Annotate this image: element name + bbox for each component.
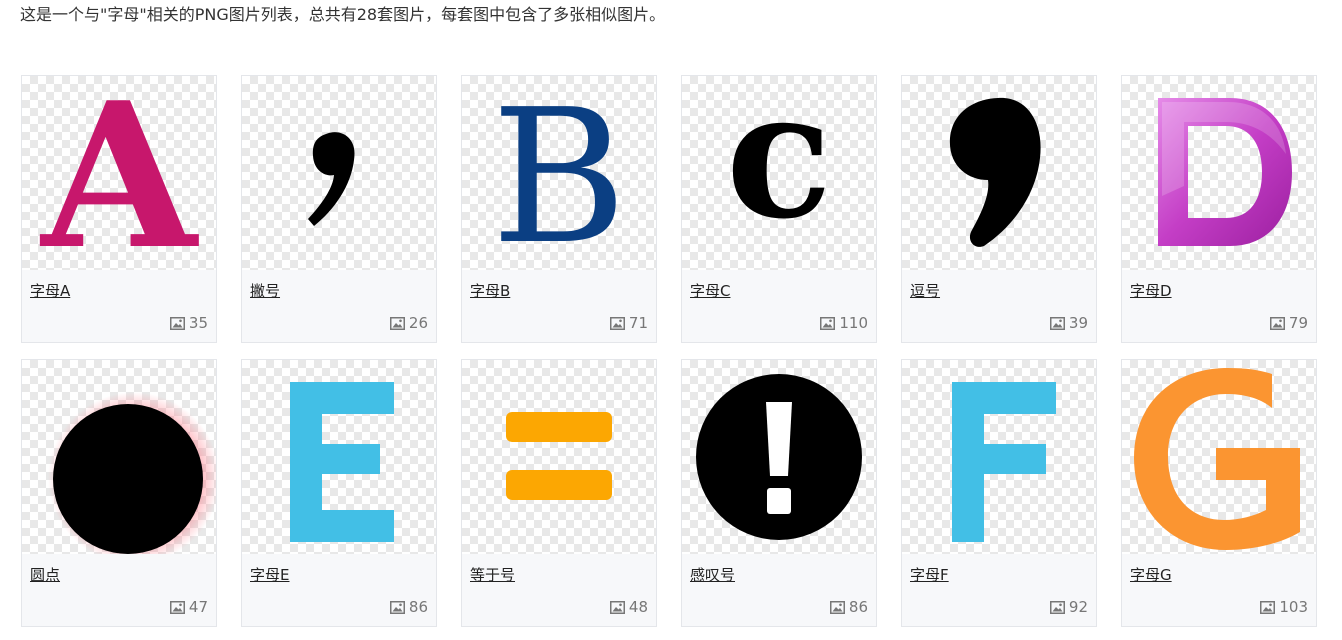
image-count-value: 35 xyxy=(188,314,208,332)
image-count-value: 110 xyxy=(839,314,868,332)
image-set-card-exclamation[interactable]: 感叹号 86 xyxy=(681,359,877,627)
apostrophe-black-icon xyxy=(308,132,355,226)
image-count: 26 xyxy=(389,314,428,332)
image-count: 71 xyxy=(609,314,648,332)
card-title[interactable]: 字母G xyxy=(1130,566,1172,584)
image-count: 79 xyxy=(1269,314,1308,332)
image-count-value: 86 xyxy=(408,598,428,616)
image-count: 47 xyxy=(169,598,208,616)
image-count: 48 xyxy=(609,598,648,616)
letter-d-purple-icon xyxy=(1158,98,1292,246)
page-intro-text: 这是一个与"字母"相关的PNG图片列表，总共有28套图片，每套图中包含了多张相似… xyxy=(20,5,666,24)
image-set-card-apostrophe[interactable]: 撇号 26 xyxy=(241,75,437,343)
image-icon xyxy=(169,316,185,330)
thumbnail[interactable] xyxy=(242,76,436,270)
comma-black-icon xyxy=(949,97,1041,247)
card-title[interactable]: 圆点 xyxy=(30,566,60,584)
card-title[interactable]: 字母A xyxy=(30,282,70,300)
image-set-card-letter-e[interactable]: 字母E 86 xyxy=(241,359,437,627)
image-icon xyxy=(609,600,625,614)
image-set-card-letter-b[interactable]: B 字母B 71 xyxy=(461,75,657,343)
card-title[interactable]: 字母F xyxy=(910,566,949,584)
image-set-card-letter-d[interactable]: 字母D 79 xyxy=(1121,75,1317,343)
image-count-value: 86 xyxy=(848,598,868,616)
letter-b-navy-icon: B xyxy=(491,76,627,270)
image-icon xyxy=(820,316,836,330)
card-title[interactable]: 字母D xyxy=(1130,282,1172,300)
image-count: 103 xyxy=(1260,598,1308,616)
thumbnail[interactable] xyxy=(902,360,1096,554)
image-count-value: 92 xyxy=(1068,598,1088,616)
card-title[interactable]: 字母C xyxy=(690,282,730,300)
image-count: 86 xyxy=(829,598,868,616)
image-set-card-letter-f[interactable]: 字母F 92 xyxy=(901,359,1097,627)
image-count-value: 48 xyxy=(628,598,648,616)
thumbnail[interactable] xyxy=(682,360,876,554)
image-icon xyxy=(829,600,845,614)
image-count: 92 xyxy=(1049,598,1088,616)
image-count-value: 47 xyxy=(188,598,208,616)
image-count: 39 xyxy=(1049,314,1088,332)
card-title[interactable]: 字母B xyxy=(470,282,510,300)
thumbnail[interactable] xyxy=(22,360,216,554)
image-set-card-letter-c[interactable]: c 字母C 110 xyxy=(681,75,877,343)
svg-text:B: B xyxy=(491,76,627,270)
image-set-card-letter-g[interactable]: 字母G 103 xyxy=(1121,359,1317,627)
thumbnail[interactable] xyxy=(242,360,436,554)
image-icon xyxy=(1049,600,1065,614)
image-count-value: 26 xyxy=(408,314,428,332)
thumbnail[interactable] xyxy=(902,76,1096,270)
card-title[interactable]: 感叹号 xyxy=(690,566,735,584)
image-set-grid: A 字母A 35 撇号 26 B 字母B 71 c 字母C 110 逗号 39 … xyxy=(21,75,1321,627)
letter-e-skyblue-icon xyxy=(290,382,394,542)
letter-c-black-icon: c xyxy=(726,76,833,258)
svg-text:c: c xyxy=(726,76,833,258)
image-icon xyxy=(389,316,405,330)
image-icon xyxy=(169,600,185,614)
image-icon xyxy=(389,600,405,614)
image-count-value: 103 xyxy=(1279,598,1308,616)
image-count: 110 xyxy=(820,314,868,332)
thumbnail[interactable]: c xyxy=(682,76,876,270)
image-icon xyxy=(1049,316,1065,330)
image-count-value: 71 xyxy=(628,314,648,332)
thumbnail[interactable]: B xyxy=(462,76,656,270)
equals-orange-icon xyxy=(506,412,612,500)
thumbnail[interactable] xyxy=(462,360,656,554)
image-set-card-comma[interactable]: 逗号 39 xyxy=(901,75,1097,343)
image-set-card-equals[interactable]: 等于号 48 xyxy=(461,359,657,627)
card-title[interactable]: 字母E xyxy=(250,566,289,584)
card-title[interactable]: 逗号 xyxy=(910,282,940,300)
letter-a-magenta-icon: A xyxy=(39,76,199,270)
letter-g-orange-icon xyxy=(1134,368,1300,550)
card-title[interactable]: 等于号 xyxy=(470,566,515,584)
dot-black-icon xyxy=(48,392,216,554)
image-set-card-letter-a[interactable]: A 字母A 35 xyxy=(21,75,217,343)
letter-f-skyblue-icon xyxy=(952,382,1056,542)
image-icon xyxy=(1269,316,1285,330)
thumbnail[interactable] xyxy=(1122,76,1316,270)
svg-text:A: A xyxy=(39,76,199,270)
thumbnail[interactable]: A xyxy=(22,76,216,270)
exclamation-circle-black-icon xyxy=(696,374,862,540)
image-count: 35 xyxy=(169,314,208,332)
card-title[interactable]: 撇号 xyxy=(250,282,280,300)
image-set-card-dot[interactable]: 圆点 47 xyxy=(21,359,217,627)
image-icon xyxy=(609,316,625,330)
image-count-value: 79 xyxy=(1288,314,1308,332)
image-count-value: 39 xyxy=(1068,314,1088,332)
image-count: 86 xyxy=(389,598,428,616)
image-icon xyxy=(1260,600,1276,614)
thumbnail[interactable] xyxy=(1122,360,1316,554)
